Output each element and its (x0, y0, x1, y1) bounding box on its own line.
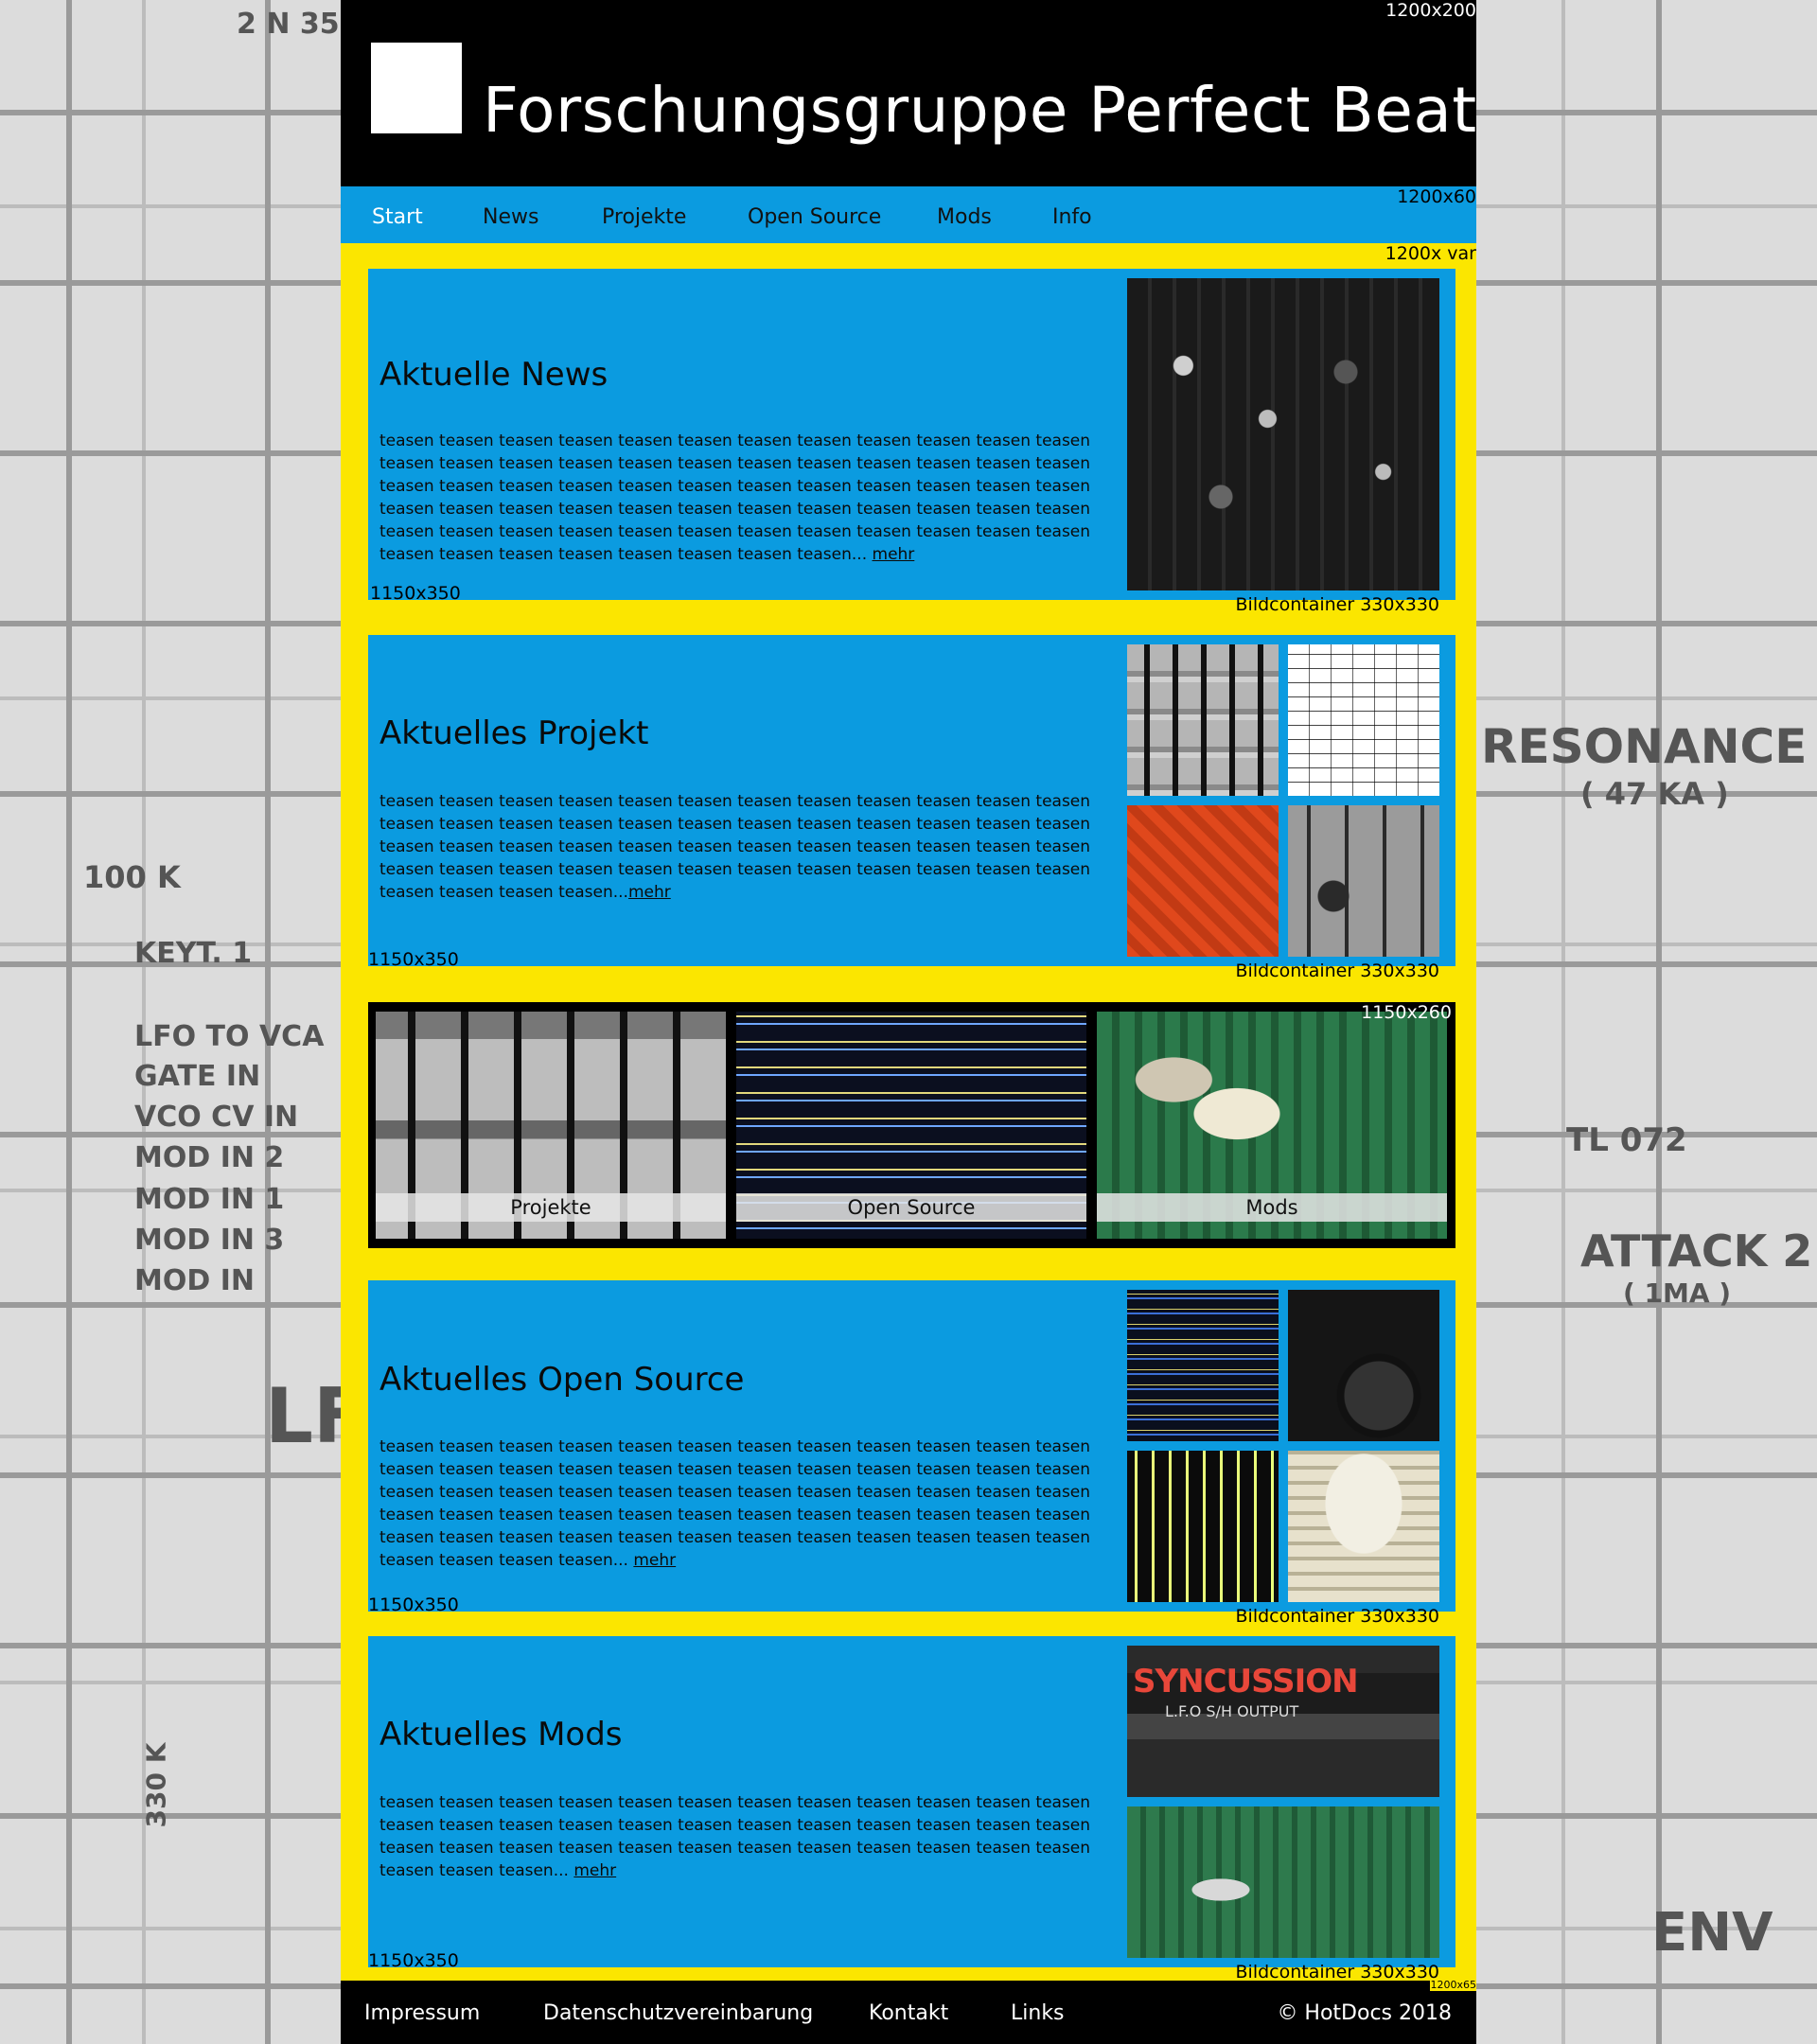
oscilloscope-image[interactable] (1127, 1451, 1279, 1602)
soldering-image[interactable] (1127, 1806, 1439, 1958)
bg-label: ( 1MA ) (1623, 1278, 1732, 1309)
strip-size-label: 1150x260 (1361, 1002, 1452, 1023)
teaser-text: teasen teasen teasen teasen teasen tease… (379, 1437, 1091, 1570)
nav-size-label: 1200x60 (1397, 186, 1476, 207)
bg-label: MOD IN (134, 1264, 255, 1297)
footer-size-label: 1200x65 (1430, 1979, 1476, 1991)
page-wrapper: Forschungsgruppe Perfect Beat 1200x200 S… (341, 0, 1476, 2044)
news-card: Aktuelle News teasen teasen teasen tease… (368, 269, 1455, 615)
tile-projekte[interactable]: Projekte (376, 1012, 726, 1239)
projekt-teaser: teasen teasen teasen teasen teasen tease… (379, 790, 1099, 904)
nav-news[interactable]: News (483, 205, 538, 229)
synth-panel-image[interactable] (1288, 805, 1439, 957)
image-size-label: Bildcontainer 330x330 (1235, 960, 1440, 981)
open-source-more-link[interactable]: mehr (633, 1551, 676, 1570)
open-source-teaser: teasen teasen teasen teasen teasen tease… (379, 1436, 1099, 1572)
image-size-label: Bildcontainer 330x330 (1235, 1606, 1440, 1627)
code-image[interactable] (1127, 1290, 1279, 1441)
image-size-label: Bildcontainer 330x330 (1235, 1962, 1440, 1982)
tile-label: Open Source (736, 1193, 1086, 1222)
bg-label: 330 K (140, 1742, 172, 1828)
bg-label: TL 072 (1566, 1121, 1687, 1159)
tile-label: Projekte (376, 1193, 726, 1222)
projekt-image-grid (1127, 644, 1439, 957)
tile-mods[interactable]: Mods (1097, 1012, 1447, 1239)
bg-label: 2 N 35 (237, 8, 340, 41)
tile-open-source[interactable]: Open Source (736, 1012, 1086, 1239)
mods-more-link[interactable]: mehr (573, 1861, 616, 1880)
news-title: Aktuelle News (379, 356, 609, 394)
content-area: 1200x var Aktuelle News teasen teasen te… (341, 243, 1476, 1982)
site-header: Forschungsgruppe Perfect Beat 1200x200 (341, 0, 1476, 186)
content-size-label: 1200x var (1385, 243, 1476, 264)
nav-mods[interactable]: Mods (937, 205, 992, 229)
bg-label: 100 K (83, 859, 181, 895)
nav-start[interactable]: Start (372, 205, 423, 229)
card-size-label: 1150x350 (370, 583, 461, 604)
open-source-title: Aktuelles Open Source (379, 1361, 745, 1399)
faders-image[interactable] (1127, 644, 1279, 796)
syncussion-panel: L.F.O S/H OUTPUT (1165, 1702, 1299, 1720)
image-size-label: Bildcontainer 330x330 (1235, 594, 1440, 615)
footer-kontakt[interactable]: Kontakt (869, 2001, 948, 2025)
bg-label: GATE IN (134, 1060, 261, 1093)
mods-image-grid: SYNCUSSION L.F.O S/H OUTPUT (1127, 1646, 1439, 1958)
nav-info[interactable]: Info (1052, 205, 1092, 229)
card-size-label: 1150x350 (368, 1595, 459, 1615)
mods-card: Aktuelles Mods teasen teasen teasen teas… (368, 1636, 1455, 1982)
mods-title: Aktuelles Mods (379, 1716, 623, 1753)
teaser-text: teasen teasen teasen teasen teasen tease… (379, 792, 1091, 902)
syncussion-brand: SYNCUSSION (1133, 1663, 1359, 1700)
footer-links[interactable]: Links (1011, 2001, 1065, 2025)
news-more-link[interactable]: mehr (873, 545, 915, 564)
heatsink-image[interactable] (1288, 1451, 1439, 1602)
bg-label: RESONANCE (1481, 719, 1808, 774)
circuit-board-image[interactable] (1127, 805, 1279, 957)
footer-datenschutz[interactable]: Datenschutzvereinbarung (543, 2001, 813, 2025)
bg-label: MOD IN 3 (134, 1224, 285, 1257)
projekt-title: Aktuelles Projekt (379, 714, 649, 752)
bg-label: MOD IN 2 (134, 1141, 285, 1174)
projekt-card: Aktuelles Projekt teasen teasen teasen t… (368, 635, 1455, 981)
tile-label: Mods (1097, 1193, 1447, 1222)
bg-label: ATTACK 2 (1580, 1225, 1813, 1277)
syncussion-image[interactable]: SYNCUSSION L.F.O S/H OUTPUT (1127, 1646, 1439, 1797)
news-image[interactable] (1127, 278, 1439, 590)
site-title: Forschungsgruppe Perfect Beat (483, 74, 1477, 147)
category-strip: Projekte Open Source Mods 1150x260 (368, 1002, 1455, 1248)
footer-impressum[interactable]: Impressum (364, 2001, 480, 2025)
bg-label: ENV (1651, 1902, 1773, 1964)
teaser-text: teasen teasen teasen teasen teasen tease… (379, 432, 1091, 564)
projekt-more-link[interactable]: mehr (628, 883, 671, 902)
bg-label: LFO TO VCA (134, 1020, 325, 1053)
open-source-card: Aktuelles Open Source teasen teasen teas… (368, 1280, 1455, 1627)
bg-label: VCO CV IN (134, 1101, 299, 1134)
news-teaser: teasen teasen teasen teasen teasen tease… (379, 430, 1099, 566)
nav-projekte[interactable]: Projekte (602, 205, 686, 229)
mods-teaser: teasen teasen teasen teasen teasen tease… (379, 1791, 1099, 1882)
bg-label: KEYT. 1 (134, 937, 253, 970)
card-size-label: 1150x350 (368, 1950, 459, 1971)
header-size-label: 1200x200 (1385, 0, 1476, 21)
logo[interactable] (371, 43, 462, 133)
bg-label: MOD IN 1 (134, 1183, 285, 1216)
site-footer: Impressum Datenschutzvereinbarung Kontak… (341, 1979, 1476, 2044)
teaser-text: teasen teasen teasen teasen teasen tease… (379, 1793, 1091, 1880)
nav-open-source[interactable]: Open Source (748, 205, 881, 229)
knob-image[interactable] (1288, 1290, 1439, 1441)
card-size-label: 1150x350 (368, 949, 459, 970)
bg-label: ( 47 KA ) (1580, 776, 1729, 812)
open-source-image-grid (1127, 1290, 1439, 1602)
main-nav: Start News Projekte Open Source Mods Inf… (341, 186, 1476, 243)
schematic-image[interactable] (1288, 644, 1439, 796)
copyright: © HotDocs 2018 (1277, 2001, 1452, 2025)
